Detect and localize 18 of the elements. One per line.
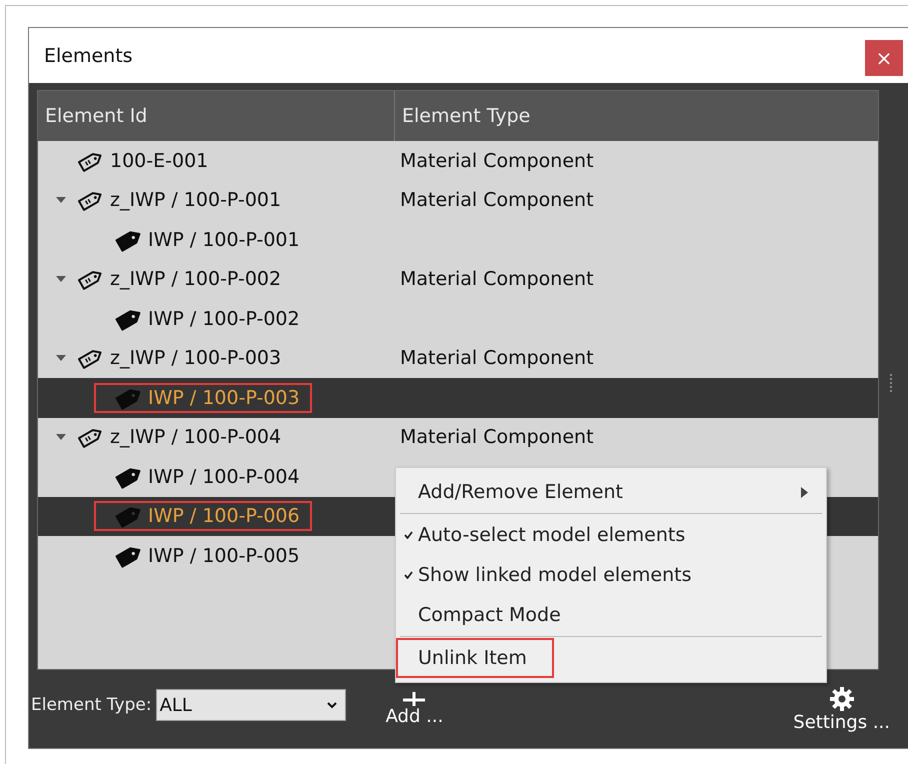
element-type: Material Component <box>400 347 594 370</box>
element-type: Material Component <box>400 150 594 172</box>
element-id: z_IWP / 100-P-004 <box>110 426 282 448</box>
window-title: Elements <box>44 44 133 66</box>
element-type: Material Component <box>400 426 594 448</box>
element-id: z_IWP / 100-P-003 <box>110 347 282 370</box>
element-id: z_IWP / 100-P-001 <box>110 189 282 212</box>
filter-label: Element Type: <box>31 695 152 715</box>
element-type: Material Component <box>400 268 594 290</box>
element-id: z_IWP / 100-P-002 <box>110 268 282 290</box>
element-id: IWP / 100-P-002 <box>148 308 300 330</box>
element-type: Material Component <box>400 189 594 212</box>
element-id: IWP / 100-P-003 <box>148 386 300 409</box>
element-id: IWP / 100-P-004 <box>148 466 300 488</box>
element-id: IWP / 100-P-005 <box>148 544 300 567</box>
element-id: IWP / 100-P-006 <box>148 505 300 528</box>
element-id: 100-E-001 <box>110 150 208 172</box>
element-id: IWP / 100-P-001 <box>148 228 300 251</box>
